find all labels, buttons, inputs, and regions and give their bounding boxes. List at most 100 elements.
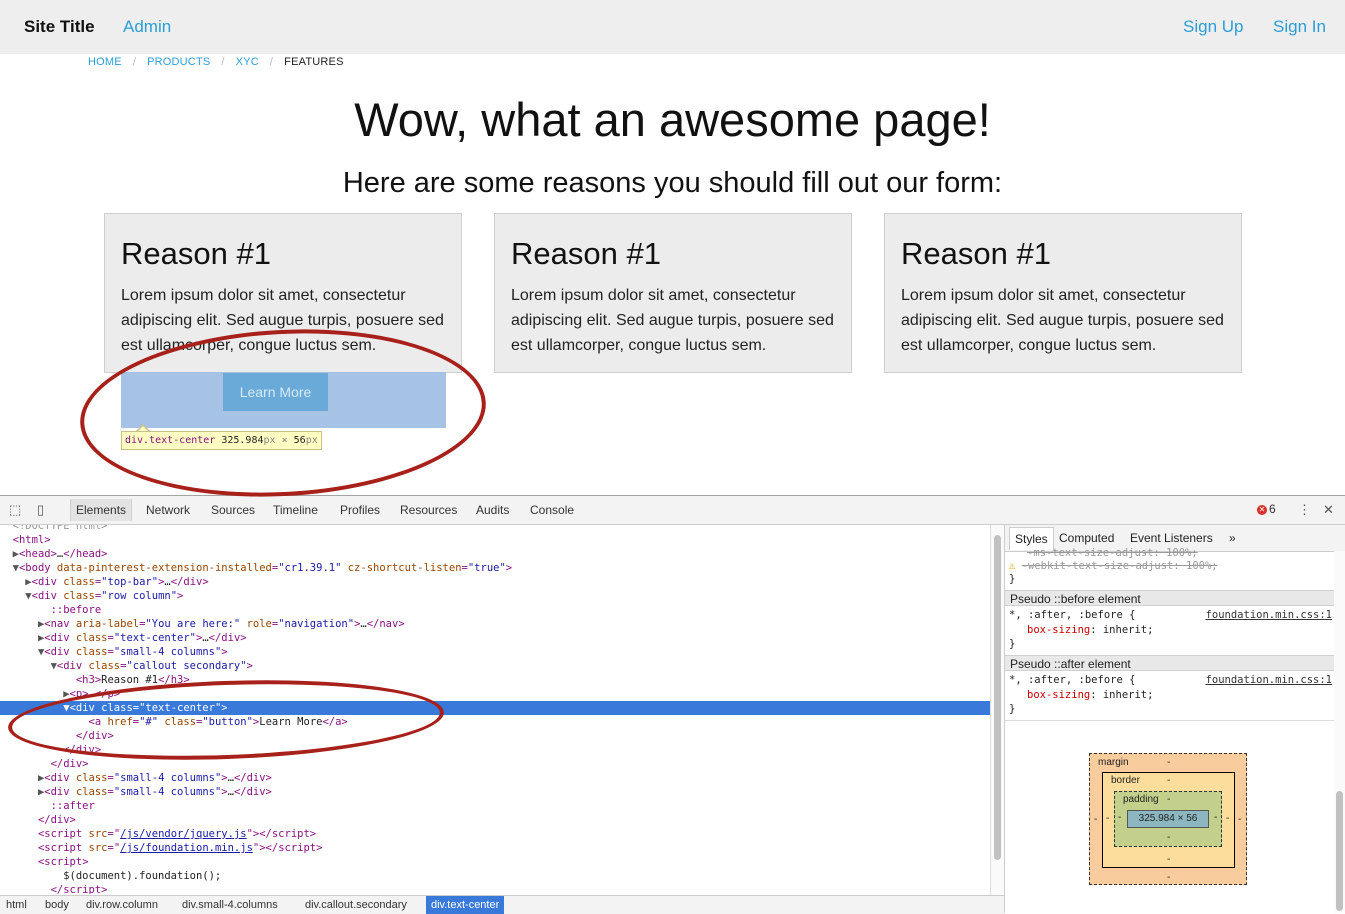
dom-node[interactable]: ▶<p>…</p> <box>0 687 990 701</box>
callout-card: Reason #1 Lorem ipsum dolor sit amet, co… <box>104 213 462 373</box>
error-count: 6 <box>1269 502 1276 516</box>
dom-node[interactable]: ▼<div class="small-4 columns"> <box>0 645 990 659</box>
breadcrumb-home[interactable]: HOME <box>88 56 122 68</box>
dom-node[interactable]: ::before <box>0 603 990 617</box>
admin-link[interactable]: Admin <box>123 17 171 37</box>
dom-tree-scrollbar[interactable] <box>990 525 1005 896</box>
error-counter[interactable]: ✕ 6 <box>1257 502 1276 516</box>
callout-body: Lorem ipsum dolor sit amet, consectetur … <box>901 287 1224 354</box>
callout-card: Reason #1 Lorem ipsum dolor sit amet, co… <box>494 213 852 373</box>
dom-node[interactable]: ▶<nav aria-label="You are here:" role="n… <box>0 617 990 631</box>
site-title[interactable]: Site Title <box>24 17 95 37</box>
error-icon: ✕ <box>1257 505 1267 515</box>
breadcrumb-separator: / <box>221 56 225 68</box>
padding-top-value: - <box>1167 794 1171 805</box>
box-model-padding[interactable]: padding - - - - 325.984 × 56 <box>1114 791 1222 847</box>
dom-node[interactable]: </div> <box>0 757 990 771</box>
dom-node[interactable]: ▼<div class="callout secondary"> <box>0 659 990 673</box>
more-options-icon[interactable]: ⋮ <box>1298 502 1311 518</box>
dom-node[interactable]: ▼<div class="row column"> <box>0 589 990 603</box>
box-model-margin[interactable]: margin - - - - border - - - - padding - … <box>1089 753 1247 885</box>
sidebar-scrollbar[interactable] <box>1334 551 1345 913</box>
tooltip-width: 325.984 <box>221 435 264 446</box>
dom-node[interactable]: $(document).foundation(); <box>0 869 990 883</box>
dom-node[interactable]: <!DOCTYPE html> <box>0 525 990 533</box>
box-model-border[interactable]: border - - - - padding - - - - 325.984 ×… <box>1102 772 1235 868</box>
struck-property: -ms-text-size-adjust: 100%; <box>1027 547 1198 559</box>
dom-node[interactable]: <script> <box>0 855 990 869</box>
dom-node[interactable]: ▶<div class="text-center">…</div> <box>0 631 990 645</box>
inspect-element-icon[interactable]: ⬚ <box>9 502 21 518</box>
breadcrumb-products[interactable]: PRODUCTS <box>147 56 210 68</box>
dom-node[interactable]: ▶<head>…</head> <box>0 547 990 561</box>
border-right-value: - <box>1226 813 1230 824</box>
close-icon[interactable]: ✕ <box>1323 502 1334 518</box>
scrollbar-thumb[interactable] <box>1336 791 1343 911</box>
dom-node[interactable]: ▼<body data-pinterest-extension-installe… <box>0 561 990 575</box>
dom-node[interactable]: </div> <box>0 743 990 757</box>
dom-node[interactable]: ▶<div class="small-4 columns">…</div> <box>0 771 990 785</box>
breadcrumb-separator: / <box>132 56 137 68</box>
more-tabs-chevron-icon[interactable]: » <box>1229 531 1236 545</box>
tab-resources[interactable]: Resources <box>400 503 457 517</box>
pseudo-after-header: Pseudo ::after element <box>1005 655 1334 671</box>
padding-left-value: - <box>1118 812 1122 823</box>
warning-icon: ⚠ <box>1009 560 1016 572</box>
tab-event-listeners[interactable]: Event Listeners <box>1130 531 1213 545</box>
breadcrumb-xyc[interactable]: XYC <box>236 56 259 68</box>
css-property[interactable]: box-sizing: inherit; <box>1027 624 1153 636</box>
crumb-callout-secondary[interactable]: div.callout.secondary <box>300 896 412 914</box>
page-subtitle: Here are some reasons you should fill ou… <box>342 167 1003 199</box>
callout-body: Lorem ipsum dolor sit amet, consectetur … <box>121 287 444 354</box>
dom-node[interactable]: <html> <box>0 533 990 547</box>
tab-timeline[interactable]: Timeline <box>273 503 318 517</box>
tab-console[interactable]: Console <box>530 503 574 517</box>
breadcrumb-separator: / <box>269 56 274 68</box>
dom-node[interactable]: ▶<div class="top-bar">…</div> <box>0 575 990 589</box>
css-selector[interactable]: *, :after, :before { <box>1009 674 1135 686</box>
crumb-html[interactable]: html <box>1 896 32 914</box>
tab-profiles[interactable]: Profiles <box>340 503 380 517</box>
dom-node[interactable]: </script> <box>0 883 990 894</box>
dom-node[interactable]: <script src="/js/foundation.min.js"></sc… <box>0 841 990 855</box>
padding-label: padding <box>1123 794 1159 805</box>
tab-sources[interactable]: Sources <box>211 503 255 517</box>
dom-node[interactable]: <a href="#" class="button">Learn More</a… <box>0 715 990 729</box>
tooltip-unit: px <box>263 435 276 446</box>
dom-node[interactable]: ▶<div class="small-4 columns">…</div> <box>0 785 990 799</box>
page-title: Wow, what an awesome page! <box>354 93 991 146</box>
source-link[interactable]: foundation.min.css:1 <box>1206 674 1332 686</box>
dom-node[interactable]: </div> <box>0 729 990 743</box>
scrollbar-thumb[interactable] <box>994 535 1001 860</box>
source-link[interactable]: foundation.min.css:1 <box>1206 609 1332 621</box>
css-property[interactable]: box-sizing: inherit; <box>1027 689 1153 701</box>
device-mode-icon[interactable]: ▯ <box>37 502 44 518</box>
tab-computed[interactable]: Computed <box>1059 531 1114 545</box>
tooltip-times: × <box>281 435 288 446</box>
callout-card: Reason #1 Lorem ipsum dolor sit amet, co… <box>884 213 1242 373</box>
struck-property-text: -webkit-text-size-adjust: 100%; <box>1021 560 1218 572</box>
learn-more-button[interactable]: Learn More <box>223 373 328 411</box>
crumb-row-column[interactable]: div.row.column <box>81 896 163 914</box>
padding-right-value: - <box>1214 812 1218 823</box>
sign-in-link[interactable]: Sign In <box>1273 17 1326 37</box>
sign-up-link[interactable]: Sign Up <box>1183 17 1243 37</box>
dom-node[interactable]: <h3>Reason #1</h3> <box>0 673 990 687</box>
dom-node[interactable]: </div> <box>0 813 990 827</box>
crumb-body[interactable]: body <box>40 896 74 914</box>
breadcrumb-current: FEATURES <box>284 56 344 68</box>
dom-node-selected[interactable]: ▼<div class="text-center"> <box>0 701 990 715</box>
crumb-small-4-columns[interactable]: div.small-4.columns <box>177 896 283 914</box>
tab-elements[interactable]: Elements <box>70 499 133 521</box>
box-model-content[interactable]: 325.984 × 56 <box>1127 810 1209 828</box>
tab-network[interactable]: Network <box>146 503 190 517</box>
struck-property-text: -ms-text-size-adjust: 100%; <box>1027 547 1198 559</box>
rule-close-brace: } <box>1009 703 1016 715</box>
border-bottom-value: - <box>1167 854 1171 865</box>
dom-node[interactable]: ::after <box>0 799 990 813</box>
css-selector[interactable]: *, :after, :before { <box>1009 609 1135 621</box>
border-top-value: - <box>1167 775 1171 786</box>
dom-node[interactable]: <script src="/js/vendor/jquery.js"></scr… <box>0 827 990 841</box>
tab-audits[interactable]: Audits <box>476 503 509 517</box>
crumb-text-center[interactable]: div.text-center <box>426 896 505 914</box>
